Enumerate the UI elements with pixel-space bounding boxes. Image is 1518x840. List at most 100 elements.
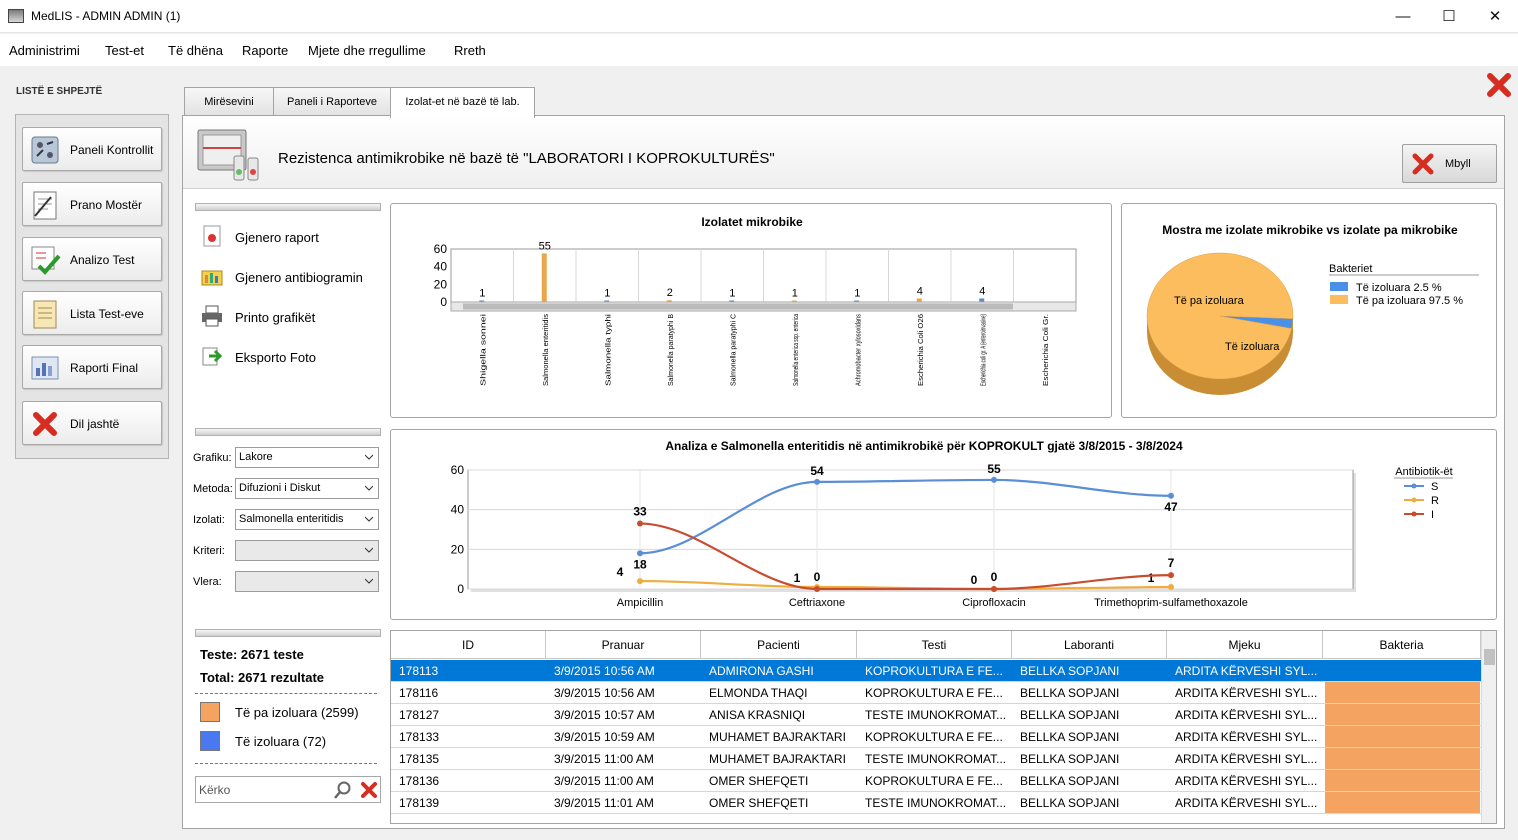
menu-test-et[interactable]: Test-et — [105, 43, 144, 58]
table-cell: 178139 — [399, 796, 440, 810]
vlera-select[interactable] — [235, 571, 379, 592]
column-header[interactable]: Pranuar — [546, 631, 701, 659]
x-tick-label: Salmonella typhi — [605, 313, 612, 386]
scrollbar-thumb[interactable] — [1484, 649, 1495, 665]
search-input[interactable]: Kërko — [199, 783, 230, 797]
quick-list-title: LISTË E SHPEJTË — [16, 86, 103, 97]
quick-button-dil[interactable]: Dil jashtë — [22, 401, 162, 445]
tab-miresevini[interactable]: Mirësevini — [184, 87, 274, 116]
table-cell: MUHAMET BAJRAKTARI — [709, 730, 846, 744]
quick-button-raporti[interactable]: Raporti Final — [22, 345, 162, 389]
action-printo-grafiket[interactable]: Printo grafikët — [201, 303, 351, 331]
table-row[interactable]: 178127 3/9/2015 10:57 AM ANISA KRASNIQI TES… — [391, 704, 1481, 726]
quick-button-label: Prano Mostër — [70, 198, 143, 212]
bar-value-label: 1 — [792, 288, 798, 300]
quick-button-label: Dil jashtë — [70, 417, 120, 431]
menu-administrimi[interactable]: Administrimi — [9, 43, 80, 58]
column-header[interactable]: Mjeku — [1167, 631, 1323, 659]
menu-mjete[interactable]: Mjete dhe rregullime — [308, 43, 426, 58]
column-header[interactable]: Pacienti — [701, 631, 857, 659]
bar — [916, 298, 922, 302]
action-eksporto-foto[interactable]: Eksporto Foto — [201, 343, 351, 371]
actions-separator — [195, 203, 381, 211]
metoda-select[interactable]: Difuzioni i Diskut — [235, 478, 379, 499]
bar-value-label: 4 — [979, 285, 985, 297]
action-gjenero-antibiogramin[interactable]: Gjenero antibiogramin — [201, 263, 376, 291]
column-header[interactable]: Bakteria — [1323, 631, 1481, 659]
maximize-button[interactable]: ☐ — [1426, 0, 1472, 33]
menu-raporte[interactable]: Raporte — [242, 43, 288, 58]
salmonella-line-chart: Analiza e Salmonella enteritidis në anti… — [390, 429, 1497, 620]
x-tick-label: Salmonella paratyphi B — [668, 314, 675, 386]
filter-label: Vlera: — [193, 576, 222, 588]
search-box: Kërko — [195, 776, 381, 803]
filter-label: Kriteri: — [193, 545, 225, 557]
menu-te-dhena[interactable]: Të dhëna — [168, 43, 223, 58]
table-cell: KOPROKULTURA E FE... — [865, 686, 1003, 700]
column-header[interactable]: Laboranti — [1012, 631, 1167, 659]
summary-divider — [195, 763, 377, 764]
page-header: Rezistenca antimikrobike në bazë të "LAB… — [183, 116, 1504, 189]
menu-rreth[interactable]: Rreth — [454, 43, 486, 58]
table-cell: KOPROKULTURA E FE... — [865, 664, 1003, 678]
table-cell: 178113 — [399, 664, 439, 678]
filters-separator — [195, 428, 381, 436]
table-cell: 3/9/2015 10:59 AM — [554, 730, 655, 744]
legend-isolated: Të izoluara (72) — [235, 734, 327, 749]
action-gjenero-raport[interactable]: Gjenero raport — [201, 223, 371, 251]
column-header[interactable]: Testi — [857, 631, 1012, 659]
quick-button-label: Lista Test-eve — [70, 307, 144, 321]
search-icon[interactable] — [333, 780, 353, 800]
clear-search-icon[interactable] — [359, 780, 379, 800]
vertical-scrollbar[interactable] — [1481, 631, 1496, 823]
quick-button-lista[interactable]: Lista Test-eve — [22, 291, 162, 335]
quick-button-prano[interactable]: Prano Mostër — [22, 182, 162, 226]
table-cell: 3/9/2015 10:56 AM — [554, 664, 655, 678]
table-cell: 3/9/2015 11:00 AM — [554, 774, 654, 788]
table-row[interactable]: 178139 3/9/2015 11:01 AM OMER SHEFQETI TEST… — [391, 792, 1481, 814]
plot-area — [467, 469, 1354, 590]
table-cell: ARDITA KËRVESHI SYL... — [1175, 752, 1318, 766]
legend-swatch — [1330, 295, 1348, 304]
quick-list-panel: Paneli Kontrollit Prano Mostër Analizo T… — [15, 114, 169, 459]
bar — [979, 298, 985, 302]
close-window-button[interactable]: ✕ — [1472, 0, 1518, 33]
table-cell: BELLKA SOPJANI — [1020, 730, 1120, 744]
bar-value-label: 2 — [667, 287, 673, 299]
table-row[interactable]: 178116 3/9/2015 10:56 AM ELMONDA THAQI KOPR… — [391, 682, 1481, 704]
summary-separator — [195, 629, 381, 637]
x-tick-label: Escherichia coli gr. A (enteroinvasive) — [980, 314, 987, 386]
legend-swatch-not-isolated — [200, 702, 220, 722]
table-row[interactable]: 178135 3/9/2015 11:00 AM MUHAMET BAJRAKTAR… — [391, 748, 1481, 770]
table-row[interactable]: 178133 3/9/2015 10:59 AM MUHAMET BAJRAKTAR… — [391, 726, 1481, 748]
column-header[interactable]: ID — [391, 631, 546, 659]
bar — [541, 253, 547, 302]
close-report-button[interactable]: Mbyll — [1402, 144, 1497, 183]
quick-button-label: Paneli Kontrollit — [70, 143, 154, 157]
point-value-label: 0 — [991, 570, 998, 584]
data-point — [1168, 584, 1174, 591]
quick-button-analizo[interactable]: Analizo Test — [22, 237, 162, 281]
select-value: Lakore — [239, 451, 273, 463]
chevron-down-icon — [365, 578, 373, 584]
quick-button-label: Raporti Final — [70, 361, 139, 375]
data-point — [991, 476, 997, 483]
report-icon — [203, 225, 221, 247]
quick-button-paneli[interactable]: Paneli Kontrollit — [22, 127, 162, 171]
bar-value-label: 55 — [539, 240, 551, 252]
kriteri-select[interactable] — [235, 540, 379, 561]
minimize-button[interactable]: — — [1380, 0, 1426, 33]
tab-paneli-raporteve[interactable]: Paneli i Raporteve — [273, 87, 391, 116]
grafiku-select[interactable]: Lakore — [235, 447, 379, 468]
select-value: Difuzioni i Diskut — [239, 482, 321, 494]
y-tick-label: 60 — [451, 463, 465, 477]
bar-value-label: 1 — [854, 288, 860, 300]
table-row[interactable]: 178136 3/9/2015 11:00 AM OMER SHEFQETI KOPR… — [391, 770, 1481, 792]
table-cell: ARDITA KËRVESHI SYL... — [1175, 730, 1318, 744]
app-close-icon[interactable] — [1486, 72, 1512, 98]
tab-izolatet[interactable]: Izolat-et në bazë të lab. — [390, 87, 535, 118]
table-cell: BELLKA SOPJANI — [1020, 686, 1120, 700]
izolati-select[interactable]: Salmonella enteritidis — [235, 509, 379, 530]
table-row[interactable]: 178113 3/9/2015 10:56 AM ADMIRONA GASHI KOP… — [391, 660, 1481, 682]
antibiogram-icon — [201, 270, 223, 286]
